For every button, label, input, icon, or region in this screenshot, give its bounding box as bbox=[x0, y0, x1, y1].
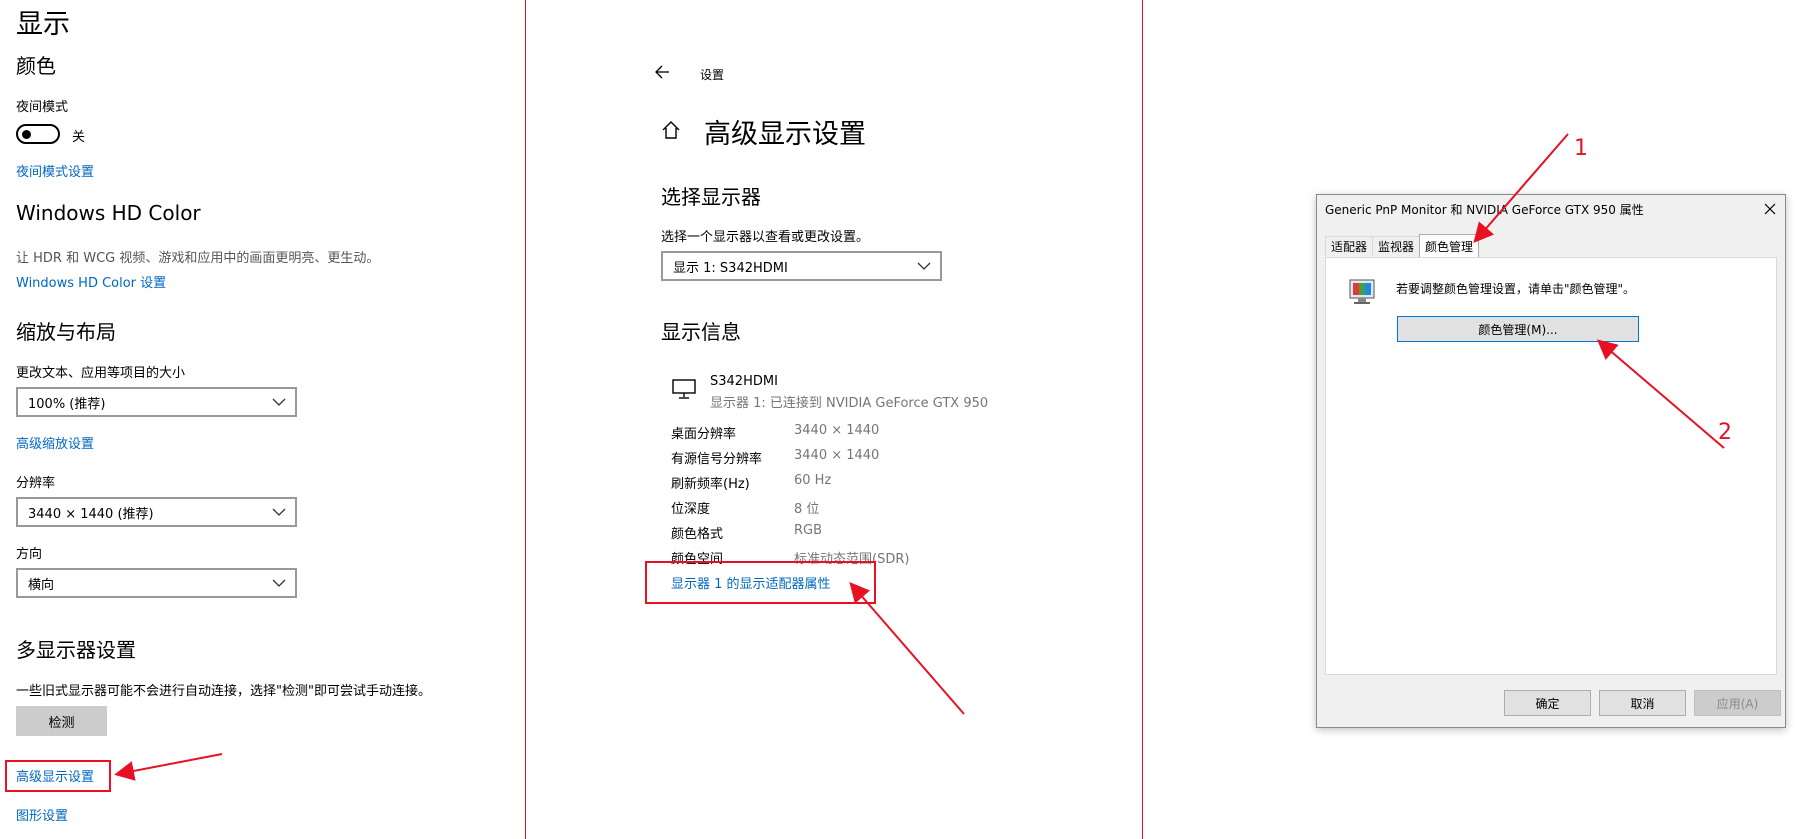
annotation-arrow bbox=[1596, 339, 1725, 449]
annotation-arrow bbox=[1473, 133, 1569, 244]
annotation-arrow bbox=[849, 581, 965, 715]
annotation-overlay bbox=[114, 133, 1725, 781]
annotation-arrow bbox=[114, 753, 223, 781]
annotation-number: 2 bbox=[1718, 420, 1732, 445]
annotation-number: 1 bbox=[1574, 136, 1588, 161]
